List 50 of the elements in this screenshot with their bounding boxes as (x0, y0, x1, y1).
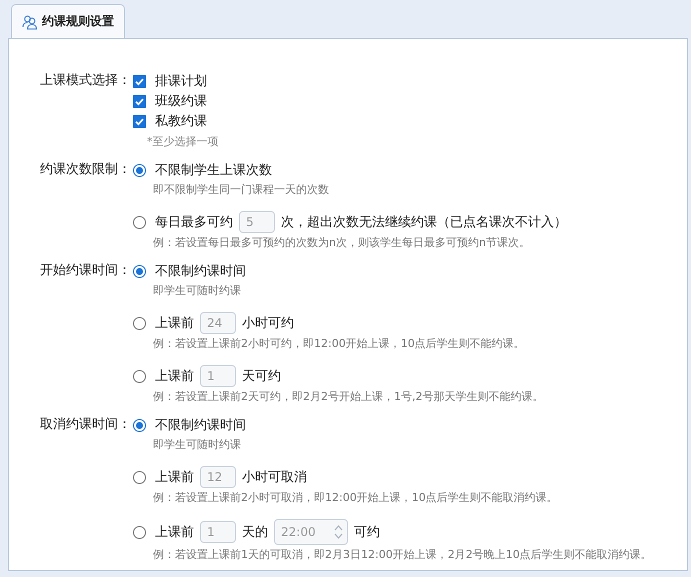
hint-text: 例：若设置上课前2天可约，即2月2号开始上课，1号,2号那天学生则不能约课。 (152, 389, 544, 404)
option-label: 不限制约课时间 (155, 417, 246, 434)
radio-button[interactable] (133, 370, 146, 382)
settings-tab[interactable]: 约课规则设置 (11, 4, 125, 38)
option-label: 私教约课 (155, 113, 207, 130)
option-label: 不限制约课时间 (155, 263, 246, 280)
hint-text: 例：若设置每日最多可预约的次数为n次，则该学生每日最多可预约n节课次。 (152, 235, 531, 250)
option-label: 上课前 (155, 469, 194, 486)
option-label: 天可约 (242, 368, 281, 385)
option-label: 可约 (354, 524, 380, 541)
number-field[interactable]: 24 (200, 312, 236, 334)
option-label: 小时可取消 (242, 469, 307, 486)
section-label: 开始约课时间： (39, 262, 132, 280)
option-label: 班级约课 (155, 93, 207, 110)
hint-text: 即学生可随时约课 (152, 437, 242, 452)
radio-button[interactable] (133, 164, 146, 176)
radio-button[interactable] (133, 316, 146, 330)
option-label: 排课计划 (155, 73, 207, 90)
radio-button[interactable] (133, 264, 146, 278)
number-field[interactable]: 12 (200, 466, 236, 488)
option-label: 小时可约 (242, 315, 294, 332)
time-field[interactable]: 22:00 (274, 519, 348, 545)
number-field[interactable]: 1 (200, 521, 236, 543)
number-field[interactable]: 1 (200, 365, 236, 387)
section-label: 取消约课时间： (39, 416, 132, 434)
checkbox[interactable] (133, 74, 146, 88)
radio-button[interactable] (133, 216, 146, 228)
spinner-icon (334, 524, 343, 540)
option-label: 上课前 (155, 315, 194, 332)
option-label: 次，超出次数无法继续约课（已点名课次不计入） (281, 214, 567, 231)
radio-button[interactable] (133, 418, 146, 432)
section-label: 约课次数限制： (39, 161, 132, 179)
hint-text: 例：若设置上课前2小时可取消，即12:00开始上课，10点后学生则不能取消约课。 (152, 490, 559, 505)
option-label: 上课前 (155, 524, 194, 541)
people-icon (22, 14, 38, 30)
option-label: 不限制学生上课次数 (155, 162, 272, 179)
number-field[interactable]: 5 (239, 211, 275, 233)
radio-button[interactable] (133, 526, 146, 538)
hint-text: 例：若设置上课前1天的可取消，即2月3日12:00开始上课，2月2号晚上10点后学生则不能取消约课。 (152, 547, 653, 562)
option-label: 每日最多可约 (155, 214, 233, 231)
radio-button[interactable] (133, 470, 146, 484)
section-label: 上课模式选择： (39, 72, 132, 90)
note-text: *至少选择一项 (146, 134, 220, 149)
hint-text: 即学生可随时约课 (152, 283, 242, 298)
checkbox[interactable] (133, 94, 146, 108)
checkbox[interactable] (133, 114, 146, 128)
hint-text: 即不限制学生同一门课程一天的次数 (152, 182, 330, 197)
hint-text: 例：若设置上课前2小时可约，即12:00开始上课，10点后学生则不能约课。 (152, 336, 526, 351)
option-label: 上课前 (155, 368, 194, 385)
option-label: 天的 (242, 524, 268, 541)
